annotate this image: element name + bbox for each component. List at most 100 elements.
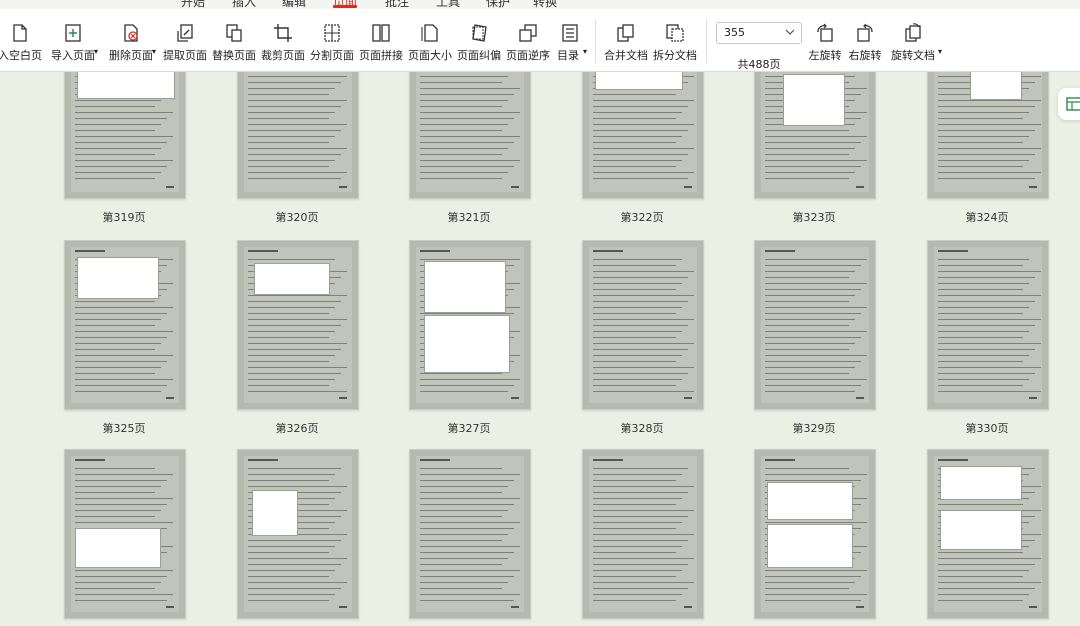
page-content-preview [71, 456, 179, 612]
page-thumbnail[interactable] [237, 240, 359, 410]
page-thumbnail[interactable] [754, 240, 876, 410]
rotate-left-button[interactable]: 左旋转 [806, 9, 844, 71]
page-thumbnail[interactable] [237, 449, 359, 619]
page-thumbnail[interactable] [409, 240, 531, 410]
text-line [593, 373, 688, 374]
deskew-button[interactable]: 页面纠偏 [456, 9, 502, 71]
text-line [248, 112, 335, 113]
text-line [938, 283, 1029, 284]
page-thumbnail[interactable] [409, 449, 531, 619]
page-thumbnail[interactable] [582, 449, 704, 619]
tab-protect[interactable]: 保护 [486, 0, 510, 9]
text-line [593, 528, 676, 529]
text-line [75, 307, 173, 308]
text-line [938, 130, 1035, 131]
figure-image [595, 72, 683, 90]
text-line [593, 474, 682, 475]
text-line [593, 331, 682, 332]
text-line [765, 259, 867, 260]
page-label: 第320页 [275, 211, 319, 224]
page-thumbnail[interactable] [64, 72, 186, 199]
crop-page-button[interactable]: 裁剪页面 [260, 9, 306, 71]
page-thumbnail-grid: 第319页 第320页 第321页 第322页 第323页 第324页 第325页 第326页… [0, 72, 1080, 626]
text-line [248, 391, 347, 392]
text-line [938, 172, 1041, 173]
page-thumbnail[interactable] [927, 240, 1049, 410]
rotate-doc-button[interactable]: 旋转文档 ▾ [886, 9, 942, 71]
text-line [248, 588, 341, 589]
reverse-order-button[interactable]: 页面逆序 [505, 9, 551, 71]
text-line [593, 259, 682, 260]
tab-comment[interactable]: 批注 [385, 0, 409, 9]
text-line [75, 319, 161, 320]
page-number-input[interactable]: 355 [716, 22, 802, 44]
text-line [938, 154, 1035, 155]
toc-button[interactable]: 目录 ▾ [553, 9, 587, 71]
text-line [765, 373, 849, 374]
page-thumbnail[interactable] [754, 72, 876, 199]
page-thumbnail[interactable] [409, 72, 531, 199]
text-line [248, 385, 329, 386]
text-line [75, 480, 167, 481]
rotate-right-button[interactable]: 右旋转 [846, 9, 884, 71]
page-thumbnail[interactable] [64, 449, 186, 619]
page-header-mark [248, 459, 278, 461]
text-line [248, 166, 329, 167]
delete-page-button[interactable]: 删除页面 ▾ [104, 9, 158, 71]
text-line [593, 510, 694, 511]
merge-page-button[interactable]: 页面拼接 [358, 9, 404, 71]
text-line [248, 100, 347, 101]
text-line [593, 124, 694, 125]
insert-blank-page-button[interactable]: 入空白页 [0, 9, 46, 71]
text-line [593, 534, 694, 535]
page-thumbnail[interactable] [582, 72, 704, 199]
text-line [75, 118, 167, 119]
extract-page-button[interactable]: 提取页面 [162, 9, 208, 71]
text-line [765, 367, 855, 368]
page-thumbnail[interactable] [927, 449, 1049, 619]
text-line [765, 343, 855, 344]
figure-image [767, 482, 853, 520]
page-thumbnail[interactable] [582, 240, 704, 410]
page-size-label: 页面大小 [408, 49, 452, 62]
text-line [765, 277, 849, 278]
page-size-button[interactable]: 页面大小 [407, 9, 453, 71]
tab-tools[interactable]: 工具 [436, 0, 460, 9]
text-line [75, 331, 173, 332]
merge-doc-button[interactable]: 合并文档 [603, 9, 649, 71]
split-doc-button[interactable]: 拆分文档 [652, 9, 698, 71]
page-content-preview [934, 72, 1042, 192]
replace-page-button[interactable]: 替换页面 [211, 9, 257, 71]
split-doc-icon [666, 24, 684, 42]
page-thumbnail[interactable] [64, 240, 186, 410]
page-label: 第327页 [447, 422, 491, 435]
text-line [765, 522, 867, 523]
chevron-down-icon[interactable] [785, 26, 795, 38]
text-line [420, 552, 514, 553]
page-number-value: 355 [724, 26, 745, 39]
tab-start[interactable]: 开始 [181, 0, 205, 9]
text-line [938, 271, 1041, 272]
import-page-button[interactable]: 导入页面 ▾ [46, 9, 100, 71]
tab-convert[interactable]: 转换 [533, 0, 557, 9]
text-line [248, 582, 347, 583]
page-thumbnail[interactable] [754, 449, 876, 619]
text-line [593, 486, 694, 487]
text-line [248, 94, 329, 95]
text-line [248, 118, 329, 119]
text-line [593, 600, 676, 601]
split-page-button[interactable]: 分割页面 [309, 9, 355, 71]
tab-insert[interactable]: 插入 [232, 0, 256, 9]
text-line [420, 136, 520, 137]
tab-edit[interactable]: 编辑 [282, 0, 306, 9]
page-thumbnail[interactable] [237, 72, 359, 199]
text-line [75, 582, 161, 583]
page-label: 第319页 [102, 211, 146, 224]
page-header-mark [938, 250, 968, 252]
page-thumbnail[interactable] [927, 72, 1049, 199]
text-line [593, 148, 694, 149]
text-line [75, 100, 161, 101]
text-line [248, 480, 329, 481]
figure-image [940, 510, 1022, 550]
page-header-mark [593, 459, 623, 461]
